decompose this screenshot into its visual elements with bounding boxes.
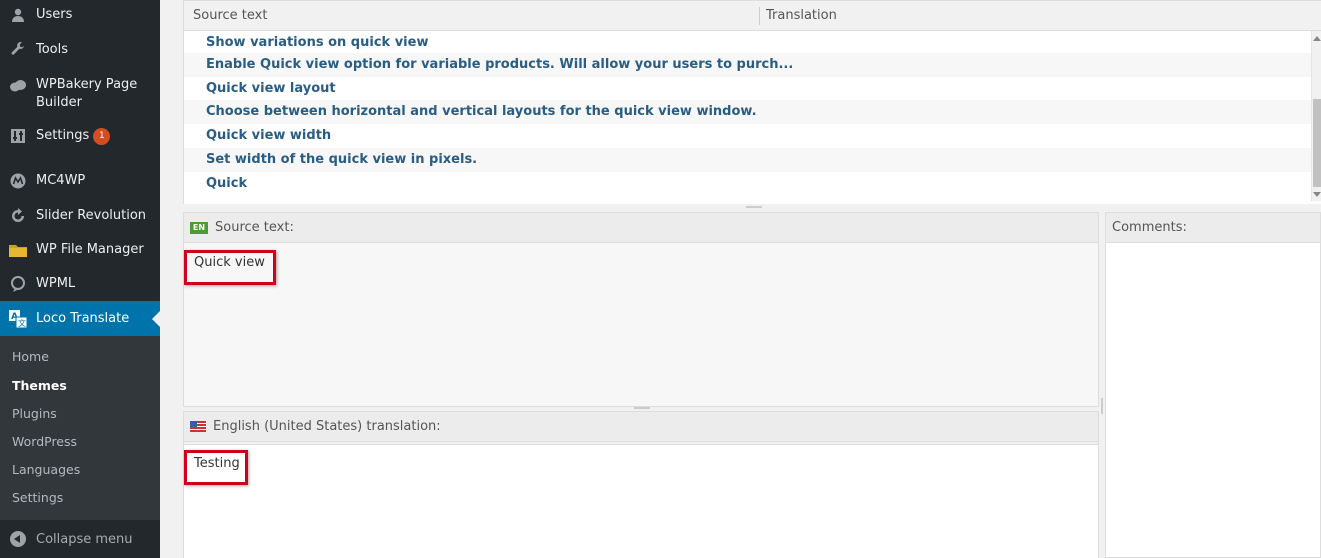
translate-icon: A文: [8, 309, 28, 329]
sidebar-item-label: WPBakery Page Builder: [36, 76, 137, 112]
refresh-icon: [8, 206, 28, 226]
sidebar-item-label: WP File Manager: [36, 242, 144, 257]
collapse-menu-button[interactable]: Collapse menu: [0, 520, 160, 558]
highlight-box-translation: [184, 450, 248, 485]
sidebar-item-label: Slider Revolution: [36, 208, 147, 223]
collapse-menu-label: Collapse menu: [36, 531, 133, 547]
row-source-text: Show variations on quick view: [206, 35, 429, 50]
sidebar-item-label: Tools: [36, 42, 69, 57]
table-row[interactable]: Show variations on quick view: [184, 31, 1312, 55]
row-source-text: Quick view layout: [206, 81, 336, 96]
source-panel-header: EN Source text:: [184, 213, 1098, 243]
sidebar-item-label-line1: WPBakery Page: [36, 77, 138, 92]
horizontal-splitter[interactable]: [183, 204, 1321, 212]
source-text-body: Quick view: [184, 243, 1098, 406]
cloud-icon: [8, 76, 28, 96]
submenu-item-plugins[interactable]: Plugins: [12, 406, 57, 421]
table-row[interactable]: Quick: [184, 172, 1312, 196]
en-flag-icon: EN: [190, 221, 208, 234]
table-row[interactable]: Choose between horizontal and vertical l…: [184, 100, 1312, 124]
highlight-box-source: [184, 250, 276, 285]
scroll-thumb[interactable]: [1313, 99, 1321, 187]
comments-panel: Comments:: [1105, 212, 1321, 558]
grid-header: Source text Translation: [184, 0, 1321, 31]
collapse-arrow-icon: [10, 531, 26, 547]
comments-panel-label: Comments:: [1112, 220, 1187, 235]
table-row[interactable]: Quick view width: [184, 124, 1312, 148]
submenu-item-wordpress[interactable]: WordPress: [12, 434, 77, 449]
sidebar-item-settings[interactable]: Settings 1: [0, 125, 160, 147]
scroll-up-icon[interactable]: [1313, 36, 1321, 41]
row-source-text: Set width of the quick view in pixels.: [206, 152, 478, 167]
translation-panel-header: English (United States) translation:: [184, 412, 1098, 442]
sidebar-item-label: Loco Translate: [36, 310, 130, 326]
sidebar-item-label: Settings: [36, 128, 90, 143]
sidebar-item-tools[interactable]: Tools: [0, 39, 160, 61]
svg-text:文: 文: [18, 318, 26, 328]
comments-panel-header: Comments:: [1106, 213, 1320, 243]
row-source-text: Enable Quick view option for variable pr…: [206, 57, 794, 72]
column-header-source[interactable]: Source text: [193, 8, 267, 23]
us-flag-icon: [190, 421, 206, 432]
sidebar-item-mc4wp[interactable]: MC4WP: [0, 170, 160, 192]
sidebar-item-users[interactable]: Users: [0, 4, 160, 26]
translation-panel: English (United States) translation: Tes…: [183, 411, 1099, 558]
row-source-text: Quick view width: [206, 128, 332, 143]
scroll-down-icon[interactable]: [1313, 192, 1321, 197]
sidebar-item-wpbakery[interactable]: WPBakery Page Builder: [0, 73, 160, 113]
row-source-text: Quick: [206, 176, 248, 191]
translation-panel-label: English (United States) translation:: [213, 419, 441, 434]
wpml-icon: [8, 274, 28, 294]
submenu-item-settings[interactable]: Settings: [12, 490, 63, 505]
submenu-item-home[interactable]: Home: [12, 349, 49, 364]
wrench-icon: [8, 40, 28, 60]
settings-icon: [8, 126, 28, 146]
source-panel-label: Source text:: [215, 220, 294, 235]
row-source-text: Choose between horizontal and vertical l…: [206, 104, 757, 119]
strings-grid: Source text Translation Show variations …: [183, 0, 1321, 206]
source-text-panel: EN Source text: Quick view: [183, 212, 1099, 409]
column-separator[interactable]: [759, 7, 760, 25]
table-row[interactable]: Quick view layout: [184, 77, 1312, 101]
sidebar-item-loco-translate[interactable]: A文 Loco Translate: [0, 301, 160, 336]
sidebar-item-wpml[interactable]: WPML: [0, 273, 160, 295]
submenu-item-themes[interactable]: Themes: [12, 378, 67, 393]
sidebar-item-label-line2: Builder: [36, 95, 82, 110]
column-header-translation[interactable]: Translation: [766, 8, 837, 23]
grid-rows: Show variations on quick view Enable Qui…: [184, 31, 1312, 201]
loco-submenu: Home Themes Plugins WordPress Languages …: [0, 336, 160, 520]
users-icon: [8, 5, 28, 25]
splitter-grip[interactable]: [634, 407, 650, 409]
splitter-grip[interactable]: [746, 206, 762, 208]
splitter-grip[interactable]: [1101, 398, 1103, 414]
admin-sidebar: Users Tools WPBakery Page Builder Settin…: [0, 0, 160, 558]
active-arrow: [152, 310, 160, 327]
submenu-item-languages[interactable]: Languages: [12, 462, 80, 477]
sidebar-item-label: WPML: [36, 276, 76, 291]
sidebar-item-slider-revolution[interactable]: Slider Revolution: [0, 205, 160, 227]
grid-scrollbar[interactable]: [1311, 31, 1321, 201]
table-row[interactable]: Enable Quick view option for variable pr…: [184, 53, 1312, 77]
folder-icon: [8, 240, 28, 260]
mc4wp-icon: [8, 171, 28, 191]
sidebar-item-label: MC4WP: [36, 173, 86, 188]
translation-textarea[interactable]: Testing: [184, 444, 1098, 558]
sidebar-item-label: Users: [36, 7, 73, 22]
sidebar-item-wp-file-manager[interactable]: WP File Manager: [0, 239, 160, 261]
table-row[interactable]: Set width of the quick view in pixels.: [184, 148, 1312, 172]
update-count-badge: 1: [93, 127, 111, 145]
